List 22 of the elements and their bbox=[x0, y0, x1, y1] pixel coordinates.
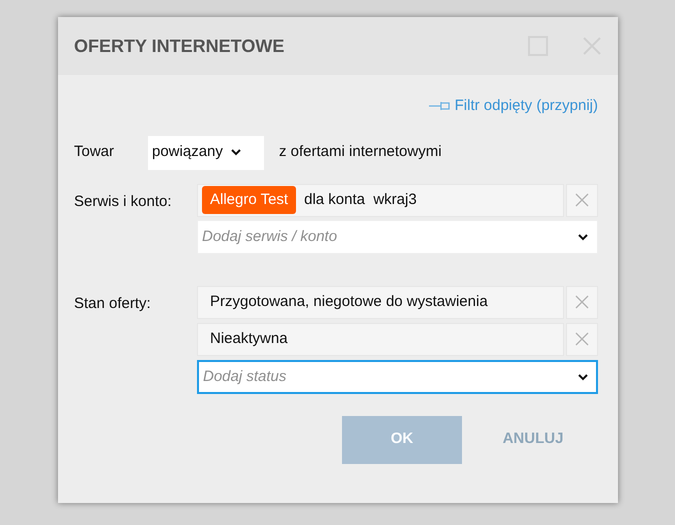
close-icon bbox=[574, 331, 590, 347]
pin-icon bbox=[428, 101, 451, 112]
window-title: OFERTY INTERNETOWE bbox=[74, 34, 286, 58]
close-icon bbox=[574, 294, 590, 310]
chevron-down-icon bbox=[578, 374, 588, 380]
close-icon bbox=[574, 192, 590, 208]
chevron-down-icon bbox=[230, 149, 241, 156]
add-dropdown[interactable]: Dodaj status bbox=[197, 360, 598, 394]
field-label: Serwis i konto: bbox=[74, 192, 173, 212]
chip-text: Nieaktywna bbox=[209, 328, 288, 349]
remove-button[interactable] bbox=[566, 286, 598, 318]
field-label: z ofertami internetowymi bbox=[279, 142, 442, 162]
remove-button[interactable] bbox=[566, 322, 598, 356]
service-tag: Allegro Test bbox=[202, 186, 296, 214]
remove-button[interactable] bbox=[566, 184, 598, 216]
chevron-down-icon bbox=[578, 234, 588, 240]
field-label: Stan oferty: bbox=[74, 294, 152, 314]
chip-text: dla konta wkraj3 bbox=[304, 190, 417, 210]
chip-text: Przygotowana, niegotowe do wystawienia bbox=[209, 292, 488, 312]
field-label: Towar bbox=[74, 142, 116, 162]
pin-filter-link[interactable]: Filtr odpięty (przypnij) bbox=[428, 95, 598, 118]
relation-select[interactable]: powiązany bbox=[148, 136, 264, 170]
